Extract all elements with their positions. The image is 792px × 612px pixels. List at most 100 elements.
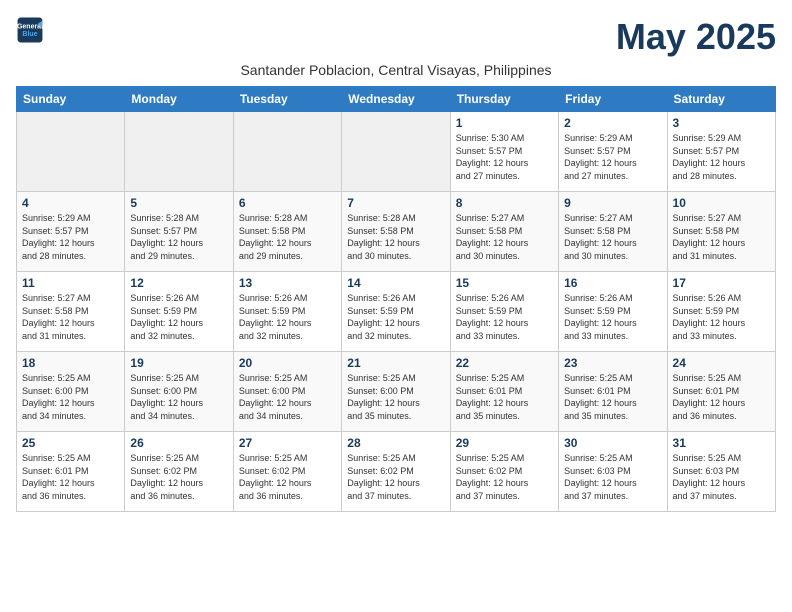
day-info: Sunrise: 5:25 AMSunset: 6:02 PMDaylight:… xyxy=(456,452,553,502)
day-number: 28 xyxy=(347,436,444,450)
weekday-header-tuesday: Tuesday xyxy=(233,87,341,112)
day-number: 30 xyxy=(564,436,661,450)
calendar-cell: 7 Sunrise: 5:28 AMSunset: 5:58 PMDaylight… xyxy=(342,192,450,272)
day-number: 21 xyxy=(347,356,444,370)
day-number: 4 xyxy=(22,196,119,210)
day-info: Sunrise: 5:25 AMSunset: 6:01 PMDaylight:… xyxy=(564,372,661,422)
weekday-header-friday: Friday xyxy=(559,87,667,112)
day-number: 26 xyxy=(130,436,227,450)
day-info: Sunrise: 5:30 AMSunset: 5:57 PMDaylight:… xyxy=(456,132,553,182)
day-number: 25 xyxy=(22,436,119,450)
day-info: Sunrise: 5:26 AMSunset: 5:59 PMDaylight:… xyxy=(130,292,227,342)
calendar-cell: 26 Sunrise: 5:25 AMSunset: 6:02 PMDayligh… xyxy=(125,432,233,512)
day-number: 13 xyxy=(239,276,336,290)
weekday-header-saturday: Saturday xyxy=(667,87,775,112)
calendar-cell: 12 Sunrise: 5:26 AMSunset: 5:59 PMDayligh… xyxy=(125,272,233,352)
calendar-cell: 23Sunrise: 5:25 AMSunset: 6:01 PMDayligh… xyxy=(559,352,667,432)
day-info: Sunrise: 5:25 AMSunset: 6:01 PMDaylight:… xyxy=(673,372,770,422)
day-number: 2 xyxy=(564,116,661,130)
logo: General Blue xyxy=(16,16,44,44)
day-info: Sunrise: 5:29 AMSunset: 5:57 PMDaylight:… xyxy=(22,212,119,262)
calendar-cell: 1 Sunrise: 5:30 AMSunset: 5:57 PMDaylight… xyxy=(450,112,558,192)
day-info: Sunrise: 5:28 AMSunset: 5:58 PMDaylight:… xyxy=(239,212,336,262)
calendar-cell: 20 Sunrise: 5:25 AMSunset: 6:00 PMDayligh… xyxy=(233,352,341,432)
svg-text:Blue: Blue xyxy=(22,31,37,38)
calendar-cell: 14 Sunrise: 5:26 AMSunset: 5:59 PMDayligh… xyxy=(342,272,450,352)
calendar-cell: 5Sunrise: 5:28 AMSunset: 5:57 PMDaylight… xyxy=(125,192,233,272)
calendar-cell: 30 Sunrise: 5:25 AMSunset: 6:03 PMDayligh… xyxy=(559,432,667,512)
calendar-cell: 8 Sunrise: 5:27 AMSunset: 5:58 PMDaylight… xyxy=(450,192,558,272)
calendar-cell: 13 Sunrise: 5:26 AMSunset: 5:59 PMDayligh… xyxy=(233,272,341,352)
day-info: Sunrise: 5:26 AMSunset: 5:59 PMDaylight:… xyxy=(456,292,553,342)
day-number: 22 xyxy=(456,356,553,370)
day-info: Sunrise: 5:27 AMSunset: 5:58 PMDaylight:… xyxy=(564,212,661,262)
day-info: Sunrise: 5:29 AMSunset: 5:57 PMDaylight:… xyxy=(564,132,661,182)
calendar-cell: 17 Sunrise: 5:26 AMSunset: 5:59 PMDayligh… xyxy=(667,272,775,352)
calendar-cell: 10 Sunrise: 5:27 AMSunset: 5:58 PMDayligh… xyxy=(667,192,775,272)
calendar-cell xyxy=(17,112,125,192)
calendar-cell: 21Sunrise: 5:25 AMSunset: 6:00 PMDayligh… xyxy=(342,352,450,432)
calendar-cell: 25 Sunrise: 5:25 AMSunset: 6:01 PMDayligh… xyxy=(17,432,125,512)
calendar-cell: 9 Sunrise: 5:27 AMSunset: 5:58 PMDaylight… xyxy=(559,192,667,272)
weekday-header-sunday: Sunday xyxy=(17,87,125,112)
day-info: Sunrise: 5:26 AMSunset: 5:59 PMDaylight:… xyxy=(564,292,661,342)
day-number: 3 xyxy=(673,116,770,130)
day-info: Sunrise: 5:28 AMSunset: 5:57 PMDaylight:… xyxy=(130,212,227,262)
calendar-cell: 31 Sunrise: 5:25 AMSunset: 6:03 PMDayligh… xyxy=(667,432,775,512)
day-number: 31 xyxy=(673,436,770,450)
day-info: Sunrise: 5:25 AMSunset: 6:01 PMDaylight:… xyxy=(22,452,119,502)
calendar-cell: 4 Sunrise: 5:29 AMSunset: 5:57 PMDaylight… xyxy=(17,192,125,272)
day-info: Sunrise: 5:25 AMSunset: 6:00 PMDaylight:… xyxy=(239,372,336,422)
calendar-table: SundayMondayTuesdayWednesdayThursdayFrid… xyxy=(16,86,776,512)
calendar-cell: 3 Sunrise: 5:29 AMSunset: 5:57 PMDaylight… xyxy=(667,112,775,192)
day-number: 24 xyxy=(673,356,770,370)
calendar-cell: 11Sunrise: 5:27 AMSunset: 5:58 PMDayligh… xyxy=(17,272,125,352)
day-info: Sunrise: 5:25 AMSunset: 6:00 PMDaylight:… xyxy=(22,372,119,422)
day-number: 1 xyxy=(456,116,553,130)
day-info: Sunrise: 5:25 AMSunset: 6:02 PMDaylight:… xyxy=(347,452,444,502)
day-number: 27 xyxy=(239,436,336,450)
day-number: 14 xyxy=(347,276,444,290)
calendar-cell xyxy=(233,112,341,192)
calendar-cell: 6 Sunrise: 5:28 AMSunset: 5:58 PMDaylight… xyxy=(233,192,341,272)
day-number: 15 xyxy=(456,276,553,290)
day-number: 7 xyxy=(347,196,444,210)
day-info: Sunrise: 5:25 AMSunset: 6:02 PMDaylight:… xyxy=(239,452,336,502)
day-info: Sunrise: 5:25 AMSunset: 6:00 PMDaylight:… xyxy=(130,372,227,422)
day-info: Sunrise: 5:25 AMSunset: 6:01 PMDaylight:… xyxy=(456,372,553,422)
day-number: 6 xyxy=(239,196,336,210)
day-info: Sunrise: 5:25 AMSunset: 6:03 PMDaylight:… xyxy=(564,452,661,502)
day-info: Sunrise: 5:27 AMSunset: 5:58 PMDaylight:… xyxy=(456,212,553,262)
day-number: 20 xyxy=(239,356,336,370)
day-number: 9 xyxy=(564,196,661,210)
day-number: 17 xyxy=(673,276,770,290)
day-info: Sunrise: 5:28 AMSunset: 5:58 PMDaylight:… xyxy=(347,212,444,262)
calendar-cell: 2 Sunrise: 5:29 AMSunset: 5:57 PMDaylight… xyxy=(559,112,667,192)
day-number: 19 xyxy=(130,356,227,370)
day-number: 29 xyxy=(456,436,553,450)
calendar-cell: 22 Sunrise: 5:25 AMSunset: 6:01 PMDayligh… xyxy=(450,352,558,432)
calendar-subtitle: Santander Poblacion, Central Visayas, Ph… xyxy=(16,62,776,78)
day-info: Sunrise: 5:29 AMSunset: 5:57 PMDaylight:… xyxy=(673,132,770,182)
calendar-cell: 29 Sunrise: 5:25 AMSunset: 6:02 PMDayligh… xyxy=(450,432,558,512)
day-info: Sunrise: 5:26 AMSunset: 5:59 PMDaylight:… xyxy=(239,292,336,342)
day-info: Sunrise: 5:26 AMSunset: 5:59 PMDaylight:… xyxy=(347,292,444,342)
calendar-cell: 18 Sunrise: 5:25 AMSunset: 6:00 PMDayligh… xyxy=(17,352,125,432)
day-info: Sunrise: 5:25 AMSunset: 6:02 PMDaylight:… xyxy=(130,452,227,502)
day-number: 8 xyxy=(456,196,553,210)
weekday-header-thursday: Thursday xyxy=(450,87,558,112)
calendar-cell: 19 Sunrise: 5:25 AMSunset: 6:00 PMDayligh… xyxy=(125,352,233,432)
day-info: Sunrise: 5:27 AMSunset: 5:58 PMDaylight:… xyxy=(673,212,770,262)
calendar-cell: 16 Sunrise: 5:26 AMSunset: 5:59 PMDayligh… xyxy=(559,272,667,352)
calendar-cell: 24 Sunrise: 5:25 AMSunset: 6:01 PMDayligh… xyxy=(667,352,775,432)
calendar-cell: 15 Sunrise: 5:26 AMSunset: 5:59 PMDayligh… xyxy=(450,272,558,352)
day-info: Sunrise: 5:26 AMSunset: 5:59 PMDaylight:… xyxy=(673,292,770,342)
day-number: 16 xyxy=(564,276,661,290)
day-info: Sunrise: 5:25 AMSunset: 6:03 PMDaylight:… xyxy=(673,452,770,502)
weekday-header-wednesday: Wednesday xyxy=(342,87,450,112)
calendar-cell xyxy=(125,112,233,192)
weekday-header-monday: Monday xyxy=(125,87,233,112)
day-number: 10 xyxy=(673,196,770,210)
day-number: 12 xyxy=(130,276,227,290)
day-number: 18 xyxy=(22,356,119,370)
